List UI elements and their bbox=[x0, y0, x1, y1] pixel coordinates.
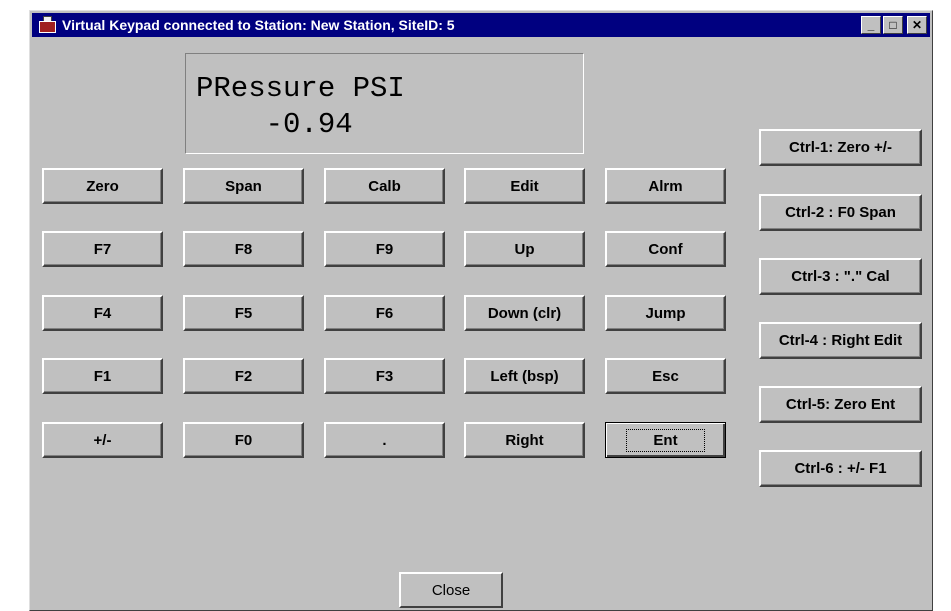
close-button[interactable]: Close bbox=[399, 572, 503, 608]
key-f2[interactable]: F2 bbox=[183, 358, 304, 394]
key-conf[interactable]: Conf bbox=[605, 231, 726, 267]
key-f3[interactable]: F3 bbox=[324, 358, 445, 394]
virtual-keypad-window: Virtual Keypad connected to Station: New… bbox=[29, 10, 933, 611]
display-line-1: PRessure PSI bbox=[196, 72, 405, 105]
key-f5[interactable]: F5 bbox=[183, 295, 304, 331]
shortcut-ctrl-4[interactable]: Ctrl-4 : Right Edit bbox=[759, 322, 922, 359]
key-span[interactable]: Span bbox=[183, 168, 304, 204]
key-up[interactable]: Up bbox=[464, 231, 585, 267]
key-f9[interactable]: F9 bbox=[324, 231, 445, 267]
key-f4[interactable]: F4 bbox=[42, 295, 163, 331]
key-calb[interactable]: Calb bbox=[324, 168, 445, 204]
key-ent-label: Ent bbox=[626, 428, 705, 452]
key-f8[interactable]: F8 bbox=[183, 231, 304, 267]
title-bar[interactable]: Virtual Keypad connected to Station: New… bbox=[32, 13, 930, 37]
close-icon: ✕ bbox=[911, 18, 923, 32]
key-f0[interactable]: F0 bbox=[183, 422, 304, 458]
key-alrm[interactable]: Alrm bbox=[605, 168, 726, 204]
key-decimal[interactable]: . bbox=[324, 422, 445, 458]
shortcut-ctrl-6[interactable]: Ctrl-6 : +/- F1 bbox=[759, 450, 922, 487]
key-zero[interactable]: Zero bbox=[42, 168, 163, 204]
key-down-clr[interactable]: Down (clr) bbox=[464, 295, 585, 331]
key-edit[interactable]: Edit bbox=[464, 168, 585, 204]
key-ent[interactable]: Ent bbox=[605, 422, 726, 458]
close-window-button[interactable]: ✕ bbox=[907, 16, 927, 34]
maximize-button[interactable]: □ bbox=[883, 16, 903, 34]
minimize-button[interactable]: _ bbox=[861, 16, 881, 34]
key-left-bsp[interactable]: Left (bsp) bbox=[464, 358, 585, 394]
key-jump[interactable]: Jump bbox=[605, 295, 726, 331]
app-icon bbox=[38, 16, 58, 34]
key-plus-minus[interactable]: +/- bbox=[42, 422, 163, 458]
minimize-icon: _ bbox=[867, 18, 875, 32]
key-f6[interactable]: F6 bbox=[324, 295, 445, 331]
window-title: Virtual Keypad connected to Station: New… bbox=[62, 17, 455, 33]
key-esc[interactable]: Esc bbox=[605, 358, 726, 394]
lcd-display: PRessure PSI -0.94 bbox=[185, 53, 584, 154]
display-line-2: -0.94 bbox=[196, 108, 353, 141]
shortcut-ctrl-3[interactable]: Ctrl-3 : "." Cal bbox=[759, 258, 922, 295]
shortcut-ctrl-2[interactable]: Ctrl-2 : F0 Span bbox=[759, 194, 922, 231]
shortcut-ctrl-5[interactable]: Ctrl-5: Zero Ent bbox=[759, 386, 922, 423]
key-f1[interactable]: F1 bbox=[42, 358, 163, 394]
key-right[interactable]: Right bbox=[464, 422, 585, 458]
key-f7[interactable]: F7 bbox=[42, 231, 163, 267]
maximize-icon: □ bbox=[889, 18, 897, 32]
shortcut-ctrl-1[interactable]: Ctrl-1: Zero +/- bbox=[759, 129, 922, 166]
